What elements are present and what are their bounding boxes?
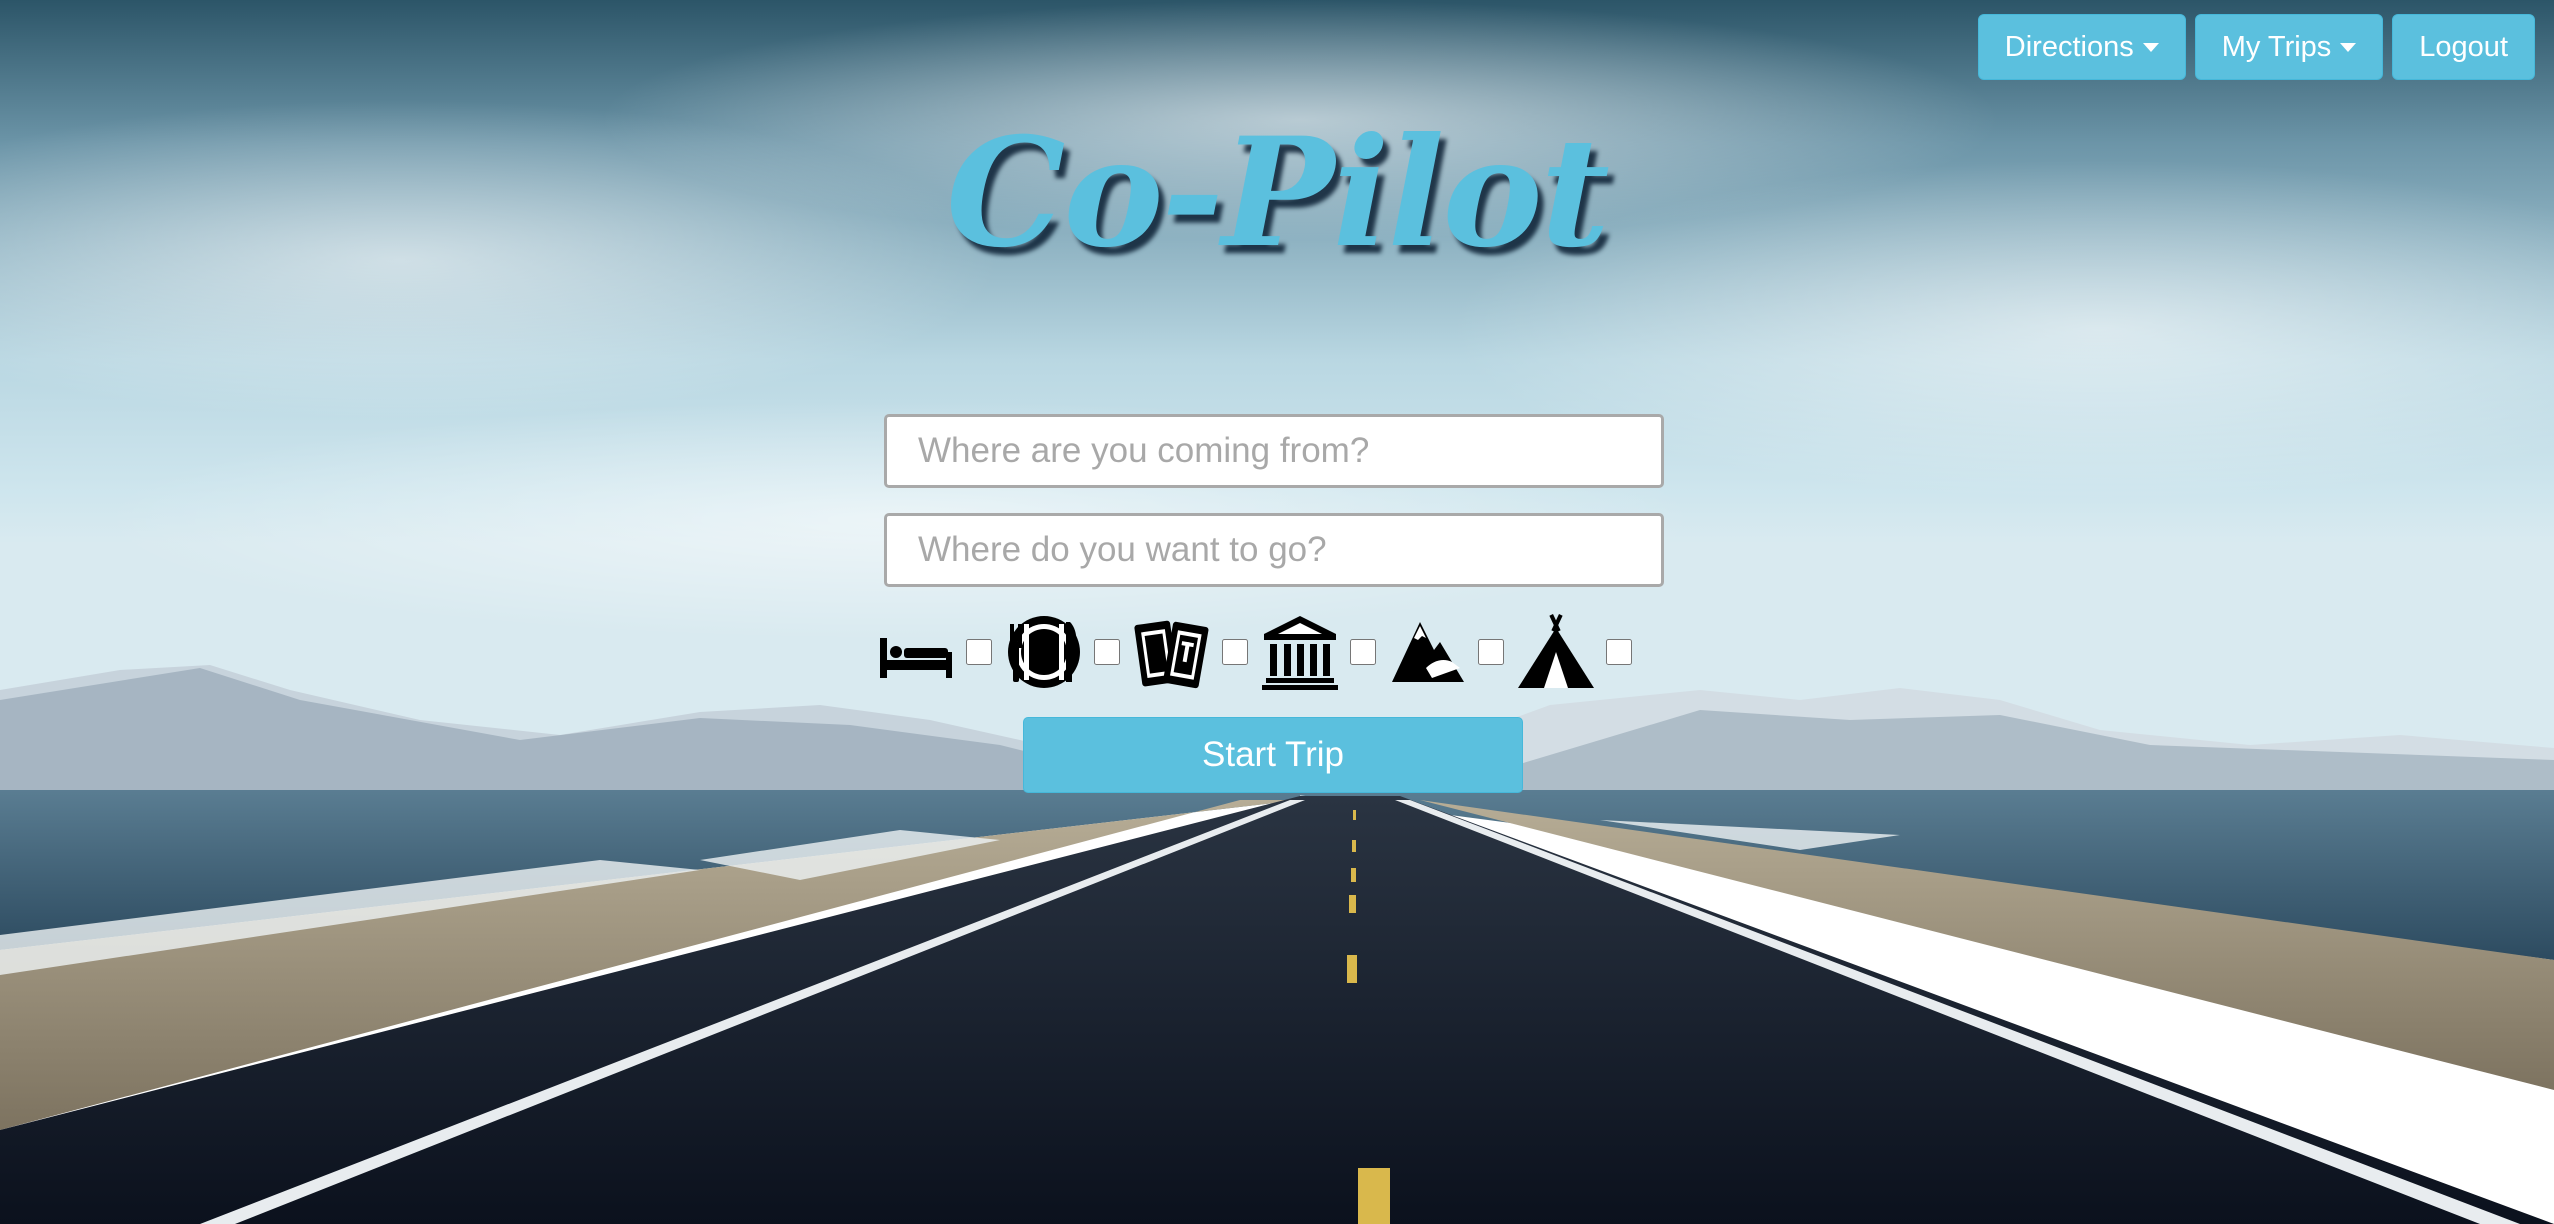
outdoors-checkbox[interactable]: [1478, 639, 1504, 665]
top-nav: Directions My Trips Logout: [1977, 14, 2535, 80]
filter-lodging: [876, 612, 992, 692]
filter-outdoors: [1388, 612, 1504, 692]
logout-button[interactable]: Logout: [2392, 14, 2535, 80]
tent-icon: [1516, 612, 1596, 692]
tickets-icon: [1132, 612, 1212, 692]
food-checkbox[interactable]: [1094, 639, 1120, 665]
destination-input[interactable]: [884, 513, 1664, 587]
app-title: Co-Pilot: [946, 105, 1610, 281]
origin-input[interactable]: [884, 414, 1664, 488]
filter-entertainment: [1132, 612, 1248, 692]
directions-label: Directions: [2004, 30, 2134, 63]
filter-food: [1004, 612, 1120, 692]
museum-icon: [1260, 612, 1340, 692]
my-trips-dropdown-button[interactable]: My Trips: [2194, 14, 2384, 80]
logout-label: Logout: [2419, 30, 2508, 63]
my-trips-label: My Trips: [2221, 30, 2332, 63]
bed-icon: [876, 612, 956, 692]
trip-form: [884, 414, 1664, 587]
entertainment-checkbox[interactable]: [1222, 639, 1248, 665]
start-trip-button[interactable]: Start Trip: [1023, 717, 1523, 793]
caret-down-icon: [2142, 42, 2159, 52]
mountain-icon: [1388, 612, 1468, 692]
filter-camping: [1516, 612, 1632, 692]
museums-checkbox[interactable]: [1350, 639, 1376, 665]
poi-filters: [876, 612, 1644, 692]
caret-down-icon: [2340, 42, 2357, 52]
directions-dropdown-button[interactable]: Directions: [1977, 14, 2186, 80]
camping-checkbox[interactable]: [1606, 639, 1632, 665]
lodging-checkbox[interactable]: [966, 639, 992, 665]
filter-museums: [1260, 612, 1376, 692]
restaurant-icon: [1004, 612, 1084, 692]
